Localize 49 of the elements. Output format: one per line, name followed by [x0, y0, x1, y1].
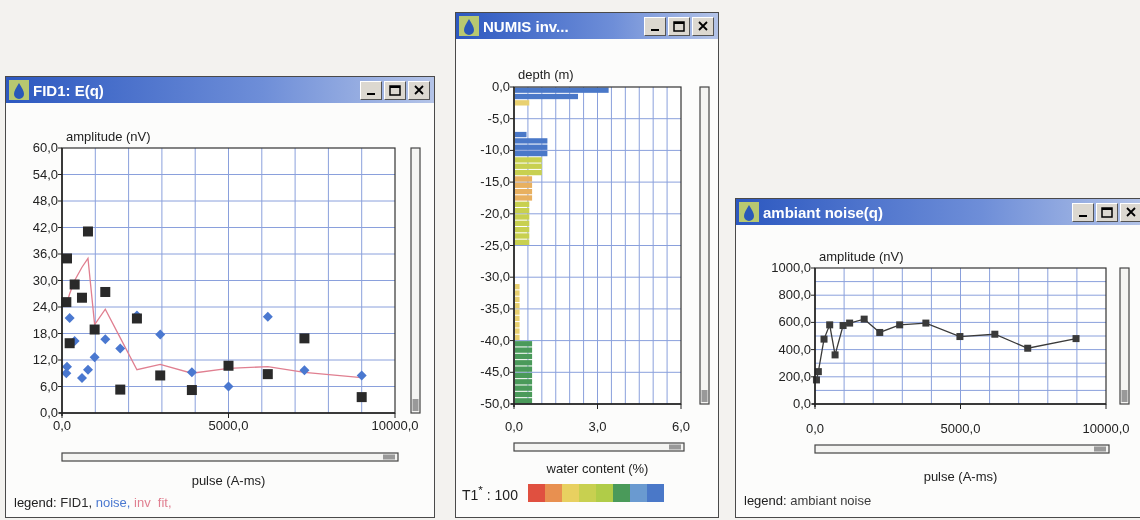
axis-tick-label: 6,0	[671, 419, 691, 434]
axis-title: amplitude (nV)	[819, 249, 904, 264]
axis-tick-label: -15,0	[480, 174, 510, 190]
legend-text: legend: FID1, noise, inv fit,	[13, 494, 173, 512]
window-title: NUMIS inv...	[483, 17, 570, 35]
axis-tick-label: 42,0	[32, 219, 58, 235]
axis-title: pulse (A-ms)	[923, 469, 998, 484]
axis-tick-label: 30,0	[32, 272, 58, 288]
axis-tick-label: -45,0	[480, 364, 510, 380]
axis-tick-label: 0,0	[792, 396, 811, 411]
axis-tick-label: 5000,0	[940, 421, 981, 436]
axis-tick-label: 12,0	[32, 352, 58, 367]
axis-title: pulse (A-ms)	[191, 473, 266, 488]
axis-tick-label: 400,0	[778, 341, 811, 357]
axis-tick-label: 0,0	[39, 405, 58, 420]
axis-tick-label: 1000,0	[771, 260, 811, 275]
axis-tick-label: 800,0	[778, 287, 811, 303]
axis-tick-label: -35,0	[480, 300, 510, 316]
axis-tick-label: 5000,0	[208, 418, 249, 433]
axis-title: amplitude (nV)	[66, 129, 151, 144]
axis-tick-label: 0,0	[805, 421, 825, 436]
axis-tick-label: 54,0	[32, 166, 58, 182]
legend-text: legend: ambiant noise	[743, 492, 873, 510]
axis-tick-label: 3,0	[588, 419, 607, 434]
axis-tick-label: 48,0	[32, 193, 58, 208]
axis-tick-label: 0,0	[52, 418, 72, 433]
axis-tick-label: 60,0	[32, 140, 58, 155]
axis-tick-label: 0,0	[491, 79, 510, 94]
axis-tick-label: 10000,0	[1082, 421, 1130, 436]
axis-tick-label: -40,0	[480, 332, 510, 348]
axis-tick-label: 0,0	[504, 419, 524, 434]
axis-tick-label: 24,0	[32, 299, 58, 314]
axis-tick-label: -10,0	[480, 142, 510, 158]
axis-tick-label: 6,0	[39, 378, 58, 394]
axis-tick-label: -5,0	[487, 110, 510, 126]
axis-tick-label: -30,0	[480, 269, 510, 285]
axis-title: depth (m)	[518, 67, 574, 82]
axis-tick-label: 200,0	[778, 368, 811, 384]
axis-tick-label: -20,0	[480, 205, 510, 221]
axis-tick-label: -50,0	[480, 396, 510, 411]
window-title: FID1: E(q)	[33, 81, 105, 99]
axis-tick-label: 600,0	[778, 314, 811, 330]
axis-tick-label: 10000,0	[371, 418, 419, 433]
axis-tick-label: -25,0	[480, 237, 510, 253]
axis-title: water content (%)	[546, 461, 649, 476]
window-title: ambiant noise(q)	[763, 203, 884, 221]
axis-tick-label: 36,0	[32, 246, 58, 261]
scale-label: T1$^{*}$ : 100	[462, 483, 518, 503]
axis-tick-label: 18,0	[32, 325, 58, 341]
